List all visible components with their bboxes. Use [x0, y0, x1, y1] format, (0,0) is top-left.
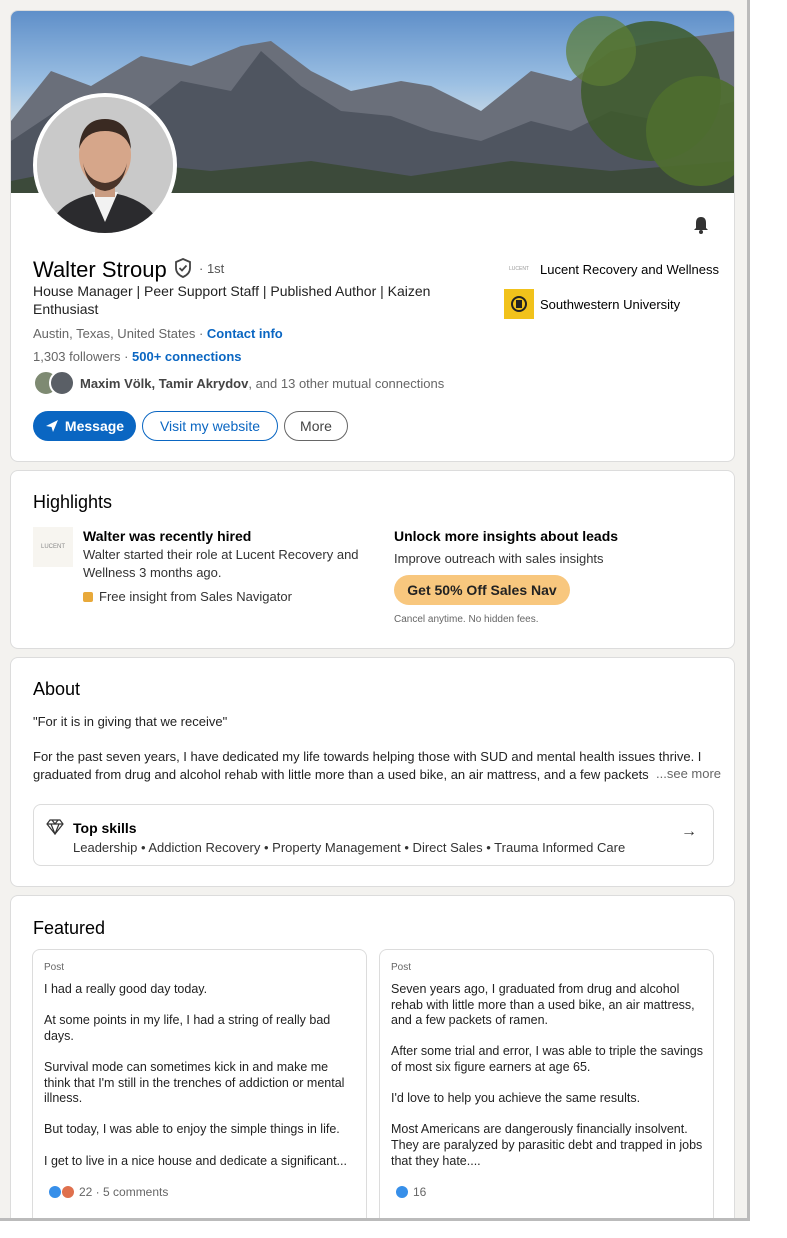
about-body: For the past seven years, I have dedicat… [33, 749, 702, 782]
lucent-logo: LUCENT [508, 266, 529, 272]
profile-headline: House Manager | Peer Support Staff | Pub… [33, 283, 431, 317]
about-quote: "For it is in giving that we receive" [33, 714, 228, 729]
sales-nav-offer-button[interactable]: Get 50% Off Sales Nav [394, 575, 570, 605]
free-insight-text: Free insight from Sales Navigator [99, 589, 292, 604]
org-education[interactable]: Southwestern University [504, 289, 680, 319]
featured-card: Featured Post I had a really good day to… [10, 895, 735, 1218]
like-reaction-icon [49, 1186, 61, 1198]
org-current-company[interactable]: LUCENT Lucent Recovery and Wellness [504, 254, 719, 284]
featured-post[interactable]: Post Seven years ago, I graduated from d… [379, 949, 714, 1218]
like-reaction-icon [396, 1186, 408, 1198]
profile-photo[interactable] [33, 93, 177, 237]
sales-navigator-icon [83, 591, 93, 602]
post-body: I had a really good day today. At some p… [44, 982, 347, 1168]
free-insight-note: Free insight from Sales Navigator [83, 589, 292, 604]
insights-note: Cancel anytime. No hidden fees. [394, 614, 539, 625]
highlights-card: Highlights LUCENT Walter was recently hi… [10, 470, 735, 649]
followers-count: 1,303 followers [33, 349, 121, 364]
org-name: Lucent Recovery and Wellness [540, 261, 719, 277]
recently-hired-title[interactable]: Walter was recently hired [83, 528, 251, 544]
love-reaction-icon [62, 1186, 74, 1198]
reaction-count: 22 · 5 comments [79, 1185, 169, 1199]
mutual-avatar [49, 370, 75, 396]
see-more-link[interactable]: ...see more [652, 766, 722, 781]
arrow-right-icon[interactable]: → [681, 823, 697, 841]
more-button[interactable]: More [284, 411, 348, 441]
message-button[interactable]: Message [33, 411, 136, 441]
location-text: Austin, Texas, United States · [33, 326, 204, 341]
visit-website-button[interactable]: Visit my website [142, 411, 278, 441]
post-reactions[interactable]: 22 · 5 comments [49, 1185, 168, 1199]
post-body: Seven years ago, I graduated from drug a… [391, 982, 703, 1168]
insights-description: Improve outreach with sales insights [394, 551, 604, 566]
diamond-icon [46, 819, 64, 840]
about-card: About "For it is in giving that we recei… [10, 657, 735, 887]
reaction-count: 16 [413, 1185, 427, 1199]
mutual-connections-avatars[interactable] [33, 370, 75, 396]
message-button-label: Message [64, 418, 125, 434]
top-skills-box[interactable]: Top skills Leadership • Addiction Recove… [33, 804, 714, 866]
insights-title: Unlock more insights about leads [394, 528, 619, 544]
top-skills-title: Top skills [73, 820, 137, 836]
send-icon [45, 420, 58, 432]
mutual-names: Maxim Völk, Tamir Akrydov [80, 376, 249, 391]
southwestern-university-logo [504, 289, 534, 319]
contact-info-link[interactable]: Contact info [207, 326, 283, 341]
post-type-label: Post [44, 962, 65, 973]
featured-post[interactable]: Post I had a really good day today. At s… [32, 949, 367, 1218]
mutual-others: , and 13 other mutual connections [248, 376, 445, 391]
featured-title: Featured [33, 918, 106, 938]
lucent-logo: LUCENT [33, 527, 73, 567]
recently-hired-description: Walter started their role at Lucent Reco… [83, 547, 359, 580]
mutual-connections-text[interactable]: Maxim Völk, Tamir Akrydov, and 13 other … [80, 376, 444, 391]
connection-degree: · 1st [199, 261, 225, 276]
verified-shield-icon[interactable] [173, 257, 193, 284]
top-skills-list: Leadership • Addiction Recovery • Proper… [73, 840, 626, 855]
post-reactions[interactable]: 16 [396, 1185, 426, 1199]
profile-stats: 1,303 followers · 500+ connections [33, 349, 242, 364]
profile-card: Walter Stroup · 1st House Manager | Peer… [10, 10, 735, 462]
notification-bell-icon[interactable] [691, 215, 711, 240]
about-title: About [33, 679, 81, 699]
connections-link[interactable]: 500+ connections [132, 349, 241, 364]
highlights-title: Highlights [33, 492, 113, 512]
org-name: Southwestern University [540, 296, 681, 312]
post-type-label: Post [391, 962, 412, 973]
profile-page: Walter Stroup · 1st House Manager | Peer… [0, 0, 750, 1221]
profile-name: Walter Stroup [33, 257, 167, 282]
profile-location: Austin, Texas, United States · Contact i… [33, 326, 283, 341]
